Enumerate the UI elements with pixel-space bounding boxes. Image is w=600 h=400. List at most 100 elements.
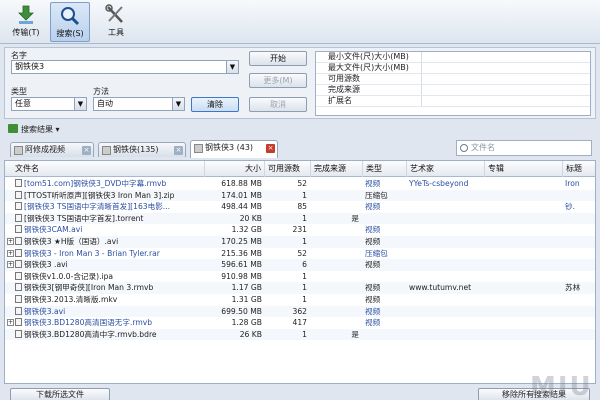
tab-label: 钢铁侠3 (43) [205, 143, 254, 152]
type-select[interactable]: 任意 ▼ [11, 97, 87, 111]
download-selected-button[interactable]: 下载所选文件 [10, 388, 110, 400]
cell-size: 699.50 MB [221, 306, 262, 316]
cell-type: 视频 [365, 237, 381, 246]
table-row[interactable]: + 钢铁侠3 .avi 596.61 MB 6 视频 [5, 259, 595, 271]
property-row[interactable]: 完成来源 [316, 85, 590, 96]
table-row[interactable]: [tom51.com]钢铁侠3_DVD中字幕.rmvb 618.88 MB 52 视频… [5, 178, 595, 190]
expand-icon[interactable]: + [7, 319, 14, 327]
cell-type: 压缩包 [365, 248, 388, 258]
tab-result-1[interactable]: 阿修成视频 × [10, 142, 94, 157]
expand-icon[interactable]: + [7, 238, 14, 245]
cell-size: 170.25 MB [221, 237, 262, 246]
table-row[interactable]: 钢铁侠3.avi 699.50 MB 362 视频 [5, 305, 595, 318]
cancel-button[interactable]: 取消 [249, 97, 307, 112]
table-row[interactable]: + 钢铁侠3 - Iron Man 3 - Brian Tyler.rar 215.… [5, 248, 595, 260]
property-label: 最小文件(尺)大小(MB) [328, 52, 409, 61]
file-icon [15, 306, 22, 315]
tools-label: 工具 [108, 28, 124, 37]
col-header-complete[interactable]: 完成来源 [311, 161, 363, 177]
cell-sources: 52 [297, 179, 307, 188]
tab-result-3[interactable]: 钢铁侠3 (43) × [190, 140, 278, 158]
table-row[interactable]: 钢铁侠v1.0.0-含记录).ipa 910.98 MB 1 [5, 271, 595, 283]
cell-sources: 1 [302, 213, 307, 223]
table-row[interactable]: 钢铁侠3CAM.avi 1.32 GB 231 视频 [5, 224, 595, 236]
filter-placeholder: 文件名 [471, 143, 495, 152]
watermark: MIU [530, 372, 593, 400]
cell-artist [409, 213, 485, 224]
close-icon[interactable]: × [82, 146, 91, 155]
name-field-value: 钢铁侠3 [15, 62, 45, 71]
cell-album [487, 271, 563, 282]
name-field[interactable]: 钢铁侠3 ▼ [11, 60, 239, 74]
expand-icon[interactable]: + [7, 249, 14, 257]
col-header-album[interactable]: 专辑 [485, 161, 563, 177]
properties-list: 最小文件(尺)大小(MB) 最大文件(尺)大小(MB) 可用源数 完成来源 扩展… [315, 51, 591, 116]
table-row[interactable]: [钢铁侠3 TS国语中字首发].torrent 20 KB 1 是 [5, 212, 595, 225]
method-label: 方法 [93, 87, 109, 96]
cell-album [487, 329, 563, 340]
cell-type: 视频 [365, 295, 381, 304]
more-button[interactable]: 更多(M) [249, 73, 307, 88]
cell-complete [311, 224, 359, 235]
table-row[interactable]: 钢铁侠3.2013.清晰版.mkv 1.31 GB 1 视频 [5, 294, 595, 306]
cell-type: 压缩包 [365, 190, 388, 200]
cell-artist [409, 317, 485, 328]
cell-name: 钢铁侠3.avi [15, 306, 205, 317]
search-tab-button[interactable]: 搜索(S) [50, 2, 90, 42]
transfer-button[interactable]: 传输(T) [6, 2, 46, 42]
close-icon[interactable]: × [174, 146, 183, 155]
cell-artist: www.tutumv.net [409, 283, 472, 293]
expand-icon[interactable]: + [7, 261, 14, 269]
close-icon[interactable]: × [266, 144, 275, 153]
start-button[interactable]: 开始 [249, 51, 307, 66]
cell-sources: 1 [302, 283, 307, 293]
table-row[interactable]: [钢铁侠3 TS国语中字清晰首发][163电影... 498.44 MB 85 视频 钞… [5, 201, 595, 213]
chevron-down-icon[interactable]: ▼ [172, 98, 184, 110]
col-header-artist[interactable]: 艺术家 [407, 161, 485, 177]
cell-album [487, 282, 563, 293]
cell-sources: 85 [297, 202, 307, 212]
cell-name: 钢铁侠v1.0.0-含记录).ipa [15, 271, 205, 282]
tab-icon [194, 144, 203, 153]
table-row[interactable]: + 钢铁侠3 ★H版（国语）.avi 170.25 MB 1 视频 [5, 236, 595, 248]
cell-title [565, 306, 595, 317]
chevron-down-icon[interactable]: ▼ [226, 61, 238, 73]
cell-size: 618.88 MB [221, 179, 262, 188]
cell-artist [409, 306, 485, 317]
col-header-title[interactable]: 标题 [563, 161, 595, 177]
filter-search-input[interactable]: 文件名 [456, 140, 592, 156]
property-row[interactable]: 最大文件(尺)大小(MB) [316, 63, 590, 74]
clear-button[interactable]: 清除 [191, 97, 239, 112]
file-name-text: 钢铁侠v1.0.0-含记录).ipa [24, 271, 114, 281]
col-header-type[interactable]: 类型 [363, 161, 407, 177]
table-row[interactable]: + 钢铁侠3.BD1280高清国语无字.rmvb 1.28 GB 417 视频 [5, 317, 595, 329]
method-select[interactable]: 自动 ▼ [93, 97, 185, 111]
cell-name: [tom51.com]钢铁侠3_DVD中字幕.rmvb [15, 178, 205, 189]
chevron-down-icon[interactable]: ▼ [74, 98, 86, 110]
cell-name: 钢铁侠3 .avi [15, 259, 205, 270]
cell-complete [311, 201, 359, 212]
property-row[interactable]: 可用源数 [316, 74, 590, 85]
col-header-name[interactable]: 文件名 [5, 161, 205, 177]
cell-size: 1.32 GB [231, 225, 262, 235]
table-row[interactable]: [TTOST听听原声][钢铁侠3 Iron Man 3].zip 174.01 M… [5, 189, 595, 202]
col-header-size[interactable]: 大小 [205, 161, 265, 177]
property-label: 最大文件(尺)大小(MB) [328, 63, 409, 72]
cell-artist [409, 294, 485, 305]
property-row[interactable]: 最小文件(尺)大小(MB) [316, 52, 590, 63]
tools-button[interactable]: 工具 [96, 2, 136, 42]
col-header-sources[interactable]: 可用源数 [265, 161, 311, 177]
cell-size: 1.28 GB [231, 318, 262, 328]
property-row[interactable]: 扩展名 [316, 96, 590, 107]
method-select-value: 自动 [97, 99, 113, 108]
cell-album [487, 294, 563, 305]
file-icon [15, 202, 22, 211]
cell-title [565, 317, 595, 328]
results-title[interactable]: 搜索结果 ▾ [8, 123, 60, 137]
tab-result-2[interactable]: 钢铁侠(135) × [98, 142, 186, 157]
cell-album [487, 178, 563, 189]
table-row[interactable]: 钢铁侠3.BD1280高清中字.rmvb.bdre 26 KB 1 是 [5, 328, 595, 341]
cell-name: 钢铁侠3.BD1280高清国语无字.rmvb [15, 317, 205, 328]
results-icon [8, 124, 18, 133]
table-row[interactable]: 钢铁侠3[钢甲奇侠][Iron Man 3.rmvb 1.17 GB 1 视频 www.… [5, 282, 595, 294]
